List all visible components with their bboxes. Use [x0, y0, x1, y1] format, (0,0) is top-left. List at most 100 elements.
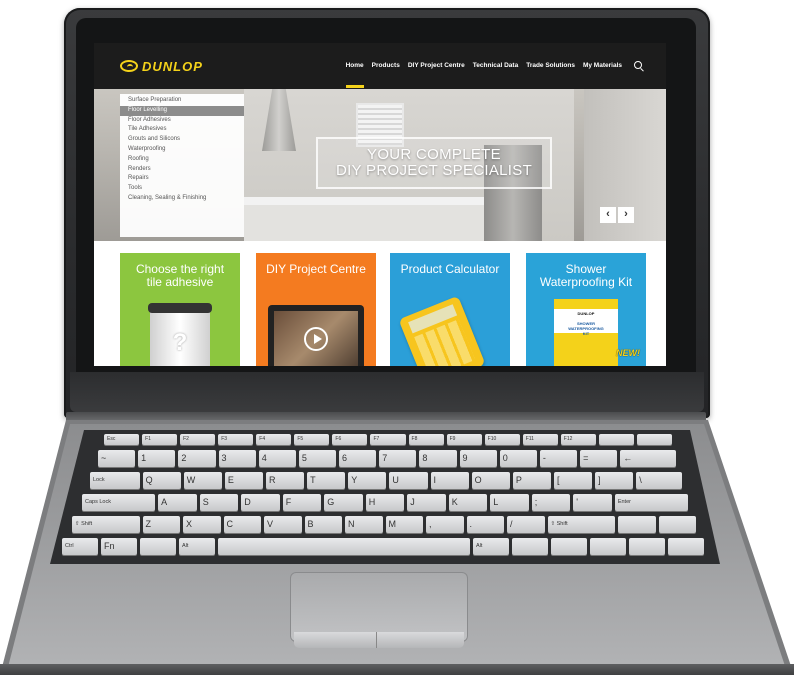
keyboard-key[interactable]: 8 — [419, 450, 457, 467]
keyboard-key[interactable]: 2 — [178, 450, 216, 467]
keyboard-key[interactable]: X — [183, 516, 221, 533]
keyboard-key[interactable] — [598, 434, 634, 445]
keyboard-key[interactable]: Caps Lock — [82, 494, 156, 511]
keyboard-key[interactable] — [668, 538, 704, 555]
keyboard-key[interactable]: W — [183, 472, 222, 489]
keyboard-key[interactable]: S — [199, 494, 239, 511]
keyboard-key[interactable]: 5 — [298, 450, 337, 467]
category-grouts-and-silicons[interactable]: Grouts and Silicons — [120, 135, 244, 145]
keyboard-key[interactable] — [629, 538, 665, 555]
tile-shower-waterproofing-kit[interactable]: Shower Waterproofing Kit DUNLOP SHOWER W… — [526, 253, 646, 366]
keyboard-key[interactable]: H — [365, 494, 405, 511]
category-tools[interactable]: Tools — [120, 184, 244, 194]
category-renders[interactable]: Renders — [120, 165, 244, 175]
keyboard-key[interactable]: B — [304, 516, 342, 533]
space-key[interactable] — [218, 538, 470, 555]
keyboard-key[interactable]: F4 — [256, 434, 292, 445]
keyboard-key[interactable]: - — [539, 450, 578, 467]
keyboard-key[interactable]: C — [223, 516, 261, 533]
nav-home[interactable]: Home — [345, 43, 364, 89]
keyboard-key[interactable]: F12 — [560, 434, 596, 445]
keyboard-key[interactable]: Z — [142, 516, 180, 533]
keyboard-key[interactable]: E — [224, 472, 263, 489]
category-waterproofing[interactable]: Waterproofing — [120, 145, 244, 155]
keyboard-key[interactable]: U — [389, 472, 428, 489]
category-cleaning-sealing-finishing[interactable]: Cleaning, Sealing & Finishing — [120, 194, 244, 204]
keyboard-key[interactable]: ' — [573, 494, 612, 511]
keyboard-key[interactable]: F11 — [522, 434, 558, 445]
keyboard-key[interactable]: F — [282, 494, 322, 511]
tile-choose-adhesive[interactable]: Choose the right tile adhesive ? — [120, 253, 240, 366]
tile-diy-project-centre[interactable]: DIY Project Centre — [256, 253, 376, 366]
keyboard-key[interactable]: M — [385, 516, 423, 533]
tile-product-calculator[interactable]: Product Calculator — [390, 253, 510, 366]
keyboard-key[interactable]: Fn — [101, 538, 137, 555]
keyboard-key[interactable]: Ctrl — [62, 538, 98, 555]
keyboard-key[interactable]: A — [158, 494, 197, 511]
slider-next-button[interactable]: › — [618, 207, 634, 223]
keyboard-key[interactable]: 7 — [379, 450, 417, 467]
keyboard-key[interactable]: D — [241, 494, 280, 511]
keyboard-key[interactable]: T — [307, 472, 346, 489]
category-roofing[interactable]: Roofing — [120, 155, 244, 165]
keyboard-key[interactable]: F8 — [408, 434, 444, 445]
keyboard-key[interactable]: Lock — [90, 472, 140, 489]
keyboard-key[interactable]: / — [507, 516, 545, 533]
keyboard-key[interactable]: 3 — [218, 450, 256, 467]
keyboard-key[interactable] — [618, 516, 656, 533]
keyboard-key[interactable]: J — [407, 494, 446, 511]
keyboard-key[interactable]: Enter — [614, 494, 688, 511]
keyboard-key[interactable]: F5 — [294, 434, 330, 445]
keyboard-key[interactable]: 4 — [258, 450, 296, 467]
keyboard-key[interactable]: F10 — [484, 434, 520, 445]
keyboard-key[interactable]: ~ — [98, 450, 136, 467]
keyboard-key[interactable]: , — [426, 516, 464, 533]
slider-prev-button[interactable]: ‹ — [600, 207, 616, 223]
keyboard-key[interactable] — [658, 516, 696, 533]
keyboard-key[interactable]: L — [490, 494, 529, 511]
keyboard-key[interactable]: F7 — [370, 434, 406, 445]
category-floor-levelling[interactable]: Floor Levelling — [120, 105, 244, 116]
keyboard-key[interactable] — [140, 538, 176, 555]
keyboard-key[interactable]: ← — [620, 450, 676, 467]
keyboard-key[interactable]: 6 — [339, 450, 377, 467]
keyboard-key[interactable]: = — [580, 450, 618, 467]
category-floor-adhesives[interactable]: Floor Adhesives — [120, 116, 244, 126]
keyboard-key[interactable]: V — [264, 516, 302, 533]
keyboard-key[interactable] — [590, 538, 626, 555]
keyboard-key[interactable]: Q — [142, 472, 181, 489]
keyboard-key[interactable]: P — [512, 472, 551, 489]
keyboard-key[interactable]: \ — [636, 472, 682, 489]
keyboard-key[interactable]: F9 — [446, 434, 482, 445]
dunlop-logo[interactable]: DUNLOP — [120, 58, 203, 74]
category-repairs[interactable]: Repairs — [120, 174, 244, 184]
nav-my-materials[interactable]: My Materials — [583, 43, 622, 89]
keyboard-key[interactable]: Esc — [104, 434, 140, 445]
keyboard-key[interactable]: R — [265, 472, 305, 489]
keyboard-key[interactable] — [512, 538, 548, 555]
keyboard-key[interactable]: ⇧ Shift — [547, 516, 615, 533]
touchpad-buttons[interactable] — [294, 632, 464, 648]
keyboard-key[interactable]: 0 — [499, 450, 537, 467]
keyboard-key[interactable]: K — [448, 494, 488, 511]
keyboard-key[interactable]: . — [466, 516, 504, 533]
keyboard-key[interactable]: G — [324, 494, 363, 511]
keyboard-key[interactable]: 1 — [138, 450, 176, 467]
keyboard-key[interactable]: O — [471, 472, 510, 489]
keyboard-key[interactable] — [551, 538, 587, 555]
search-icon[interactable] — [634, 61, 642, 69]
keyboard-key[interactable] — [636, 434, 672, 445]
play-icon[interactable] — [304, 327, 328, 351]
keyboard-key[interactable]: Alt — [473, 538, 509, 555]
keyboard-key[interactable]: ] — [595, 472, 634, 489]
keyboard-key[interactable]: F2 — [180, 434, 216, 445]
category-tile-adhesives[interactable]: Tile Adhesives — [120, 125, 244, 135]
keyboard-key[interactable]: [ — [553, 472, 593, 489]
keyboard-key[interactable]: F3 — [218, 434, 254, 445]
keyboard-key[interactable]: 9 — [459, 450, 497, 467]
nav-diy-project-centre[interactable]: DIY Project Centre — [408, 43, 465, 89]
nav-technical-data[interactable]: Technical Data — [473, 43, 518, 89]
keyboard-key[interactable]: Y — [348, 472, 387, 489]
keyboard-key[interactable]: F1 — [142, 434, 178, 445]
category-surface-preparation[interactable]: Surface Preparation — [120, 96, 244, 106]
